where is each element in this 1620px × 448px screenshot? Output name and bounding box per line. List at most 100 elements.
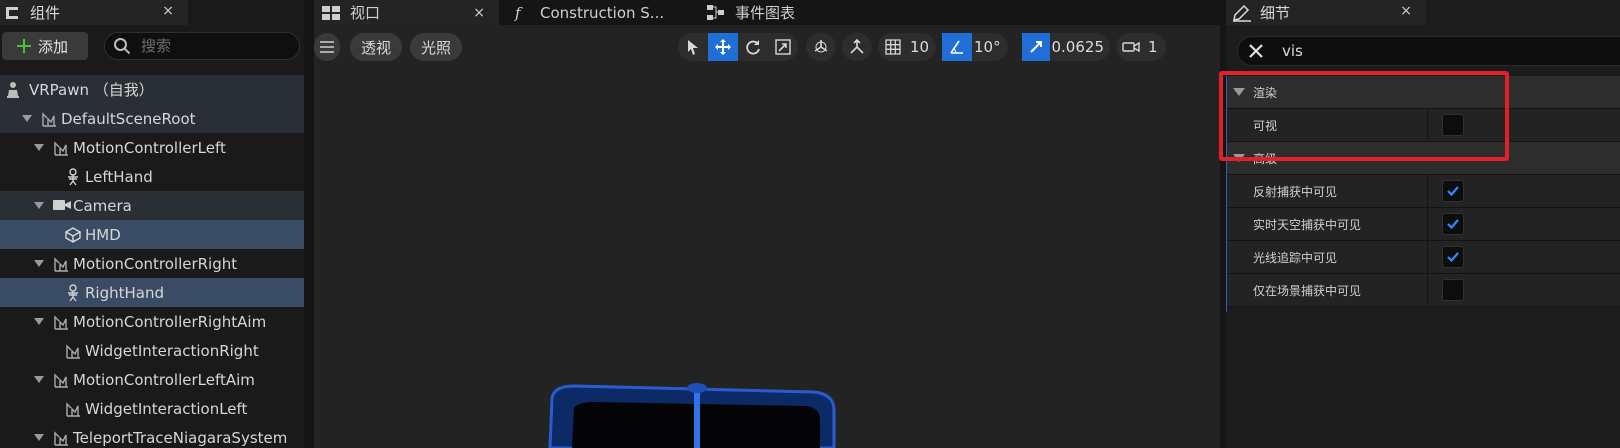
scene-component-icon — [52, 371, 70, 389]
column-divider[interactable] — [1427, 109, 1428, 142]
tree-row-label: RightHand — [85, 283, 164, 302]
property-checkbox[interactable] — [1442, 246, 1464, 268]
move-arrows-icon — [715, 39, 731, 55]
tree-row[interactable]: MotionControllerRight — [0, 249, 304, 278]
column-divider[interactable] — [1427, 241, 1428, 274]
tab-viewport-label: 视口 — [350, 4, 381, 22]
collapse-arrow-icon[interactable] — [1233, 153, 1245, 163]
tree-row-label: DefaultSceneRoot — [61, 109, 196, 128]
tree-row[interactable]: VRPawn （自我） — [0, 75, 304, 104]
close-icon[interactable]: × — [473, 5, 485, 21]
tree-row[interactable]: WidgetInteractionLeft — [0, 394, 304, 423]
svg-text:f: f — [514, 5, 523, 21]
details-search[interactable]: vis — [1237, 36, 1620, 66]
event-graph-icon — [707, 4, 725, 21]
scene-component-icon — [52, 429, 70, 447]
property-label: 实时天空捕获中可见 — [1253, 217, 1362, 232]
editor-tab-bar: 视口 × f Construction S... 事件图表 — [314, 0, 1220, 25]
close-icon[interactable]: × — [1400, 3, 1412, 19]
hmd-mesh-preview[interactable] — [544, 380, 844, 448]
property-category[interactable]: 高级 — [1227, 142, 1620, 175]
scale-snap-value[interactable]: 0.0625 — [1050, 38, 1111, 56]
tree-row[interactable]: WidgetInteractionRight — [0, 336, 304, 365]
property-checkbox[interactable] — [1442, 213, 1464, 235]
scale-icon — [775, 39, 791, 55]
rotation-snap-toggle[interactable]: 10° — [942, 33, 1008, 61]
tree-row[interactable]: Camera — [0, 191, 304, 220]
tree-row[interactable]: MotionControllerLeftAim — [0, 365, 304, 394]
cursor-icon — [688, 40, 698, 55]
scale-snap-toggle[interactable]: 0.0625 — [1022, 33, 1110, 61]
tree-row[interactable]: LeftHand — [0, 162, 304, 191]
details-search-input[interactable]: vis — [1282, 42, 1303, 60]
property-label: 光线追踪中可见 — [1253, 250, 1338, 265]
close-icon[interactable]: × — [162, 3, 174, 19]
column-divider[interactable] — [1427, 208, 1428, 241]
tree-row[interactable]: TeleportTraceNiagaraSystem — [0, 423, 304, 448]
tab-viewport[interactable]: 视口 × — [314, 0, 499, 25]
world-local-button[interactable] — [806, 33, 836, 61]
viewport-icon — [322, 5, 340, 21]
expand-arrow-icon[interactable] — [34, 317, 44, 326]
tab-construction-script[interactable]: f Construction S... — [504, 0, 699, 25]
coordinate-space-icon — [814, 40, 828, 53]
property-row: 仅在场景捕获中可见 — [1227, 274, 1620, 307]
tree-row[interactable]: MotionControllerLeft — [0, 133, 304, 162]
perspective-button[interactable]: 透视 — [350, 33, 402, 61]
camera-speed-value[interactable]: 1 — [1146, 38, 1164, 56]
tree-row-label: WidgetInteractionLeft — [85, 399, 248, 418]
tree-row[interactable]: MotionControllerRightAim — [0, 307, 304, 336]
viewport-options-button[interactable] — [314, 33, 340, 61]
components-search-input[interactable] — [141, 37, 281, 55]
column-divider[interactable] — [1427, 175, 1428, 208]
collapse-arrow-icon[interactable] — [1233, 87, 1245, 97]
surface-snap-icon — [850, 38, 864, 54]
details-panel: 细节 × vis 渲染 可视 高级 反射捕获中可见 实时天空捕获中可见 光线追踪中可见 仅在… — [1226, 0, 1620, 448]
components-toolbar: 添加 — [0, 30, 304, 66]
property-row: 实时天空捕获中可见 — [1227, 208, 1620, 241]
tree-row[interactable]: HMD — [0, 220, 304, 249]
tree-row[interactable]: DefaultSceneRoot — [0, 104, 304, 133]
tab-event-graph-label: 事件图表 — [735, 4, 796, 22]
expand-arrow-icon[interactable] — [34, 375, 44, 384]
expand-arrow-icon[interactable] — [34, 143, 44, 152]
expand-arrow-icon[interactable] — [34, 201, 44, 210]
plus-icon — [16, 38, 32, 54]
grid-snap-toggle[interactable]: 10 — [878, 33, 936, 61]
expand-arrow-icon[interactable] — [34, 259, 44, 268]
clear-search-icon[interactable] — [1248, 43, 1264, 59]
components-tab[interactable]: 组件 × — [0, 0, 188, 25]
translate-tool-button[interactable] — [708, 33, 738, 61]
scene-component-icon — [52, 255, 70, 273]
components-search[interactable] — [104, 32, 300, 60]
property-list: 渲染 可视 高级 反射捕获中可见 实时天空捕获中可见 光线追踪中可见 仅在场景捕获中可见 — [1226, 76, 1620, 312]
property-checkbox[interactable] — [1442, 180, 1464, 202]
camera-speed-button[interactable]: 1 — [1116, 33, 1166, 61]
property-label: 反射捕获中可见 — [1253, 184, 1338, 199]
property-checkbox[interactable] — [1442, 279, 1464, 301]
rotation-snap-value[interactable]: 10° — [972, 38, 1007, 56]
surface-snap-button[interactable] — [842, 33, 872, 61]
expand-arrow-icon[interactable] — [22, 114, 32, 123]
skeletal-mesh-icon — [64, 284, 82, 302]
components-icon — [4, 5, 20, 21]
viewport-toolbar: 透视 光照 10 10° 0.0625 1 — [314, 30, 1220, 64]
tree-row-label: MotionControllerRightAim — [73, 312, 267, 331]
grid-snap-value[interactable]: 10 — [908, 38, 935, 56]
expand-arrow-icon[interactable] — [34, 433, 44, 442]
tab-event-graph[interactable]: 事件图表 — [699, 0, 859, 25]
add-component-button[interactable]: 添加 — [2, 32, 88, 60]
scale-tool-button[interactable] — [768, 33, 798, 61]
column-divider[interactable] — [1427, 274, 1428, 307]
tree-row[interactable]: RightHand — [0, 278, 304, 307]
scale-snap-icon — [1030, 41, 1042, 53]
select-tool-button[interactable] — [678, 33, 708, 61]
property-checkbox[interactable] — [1442, 114, 1464, 136]
property-category[interactable]: 渲染 — [1227, 76, 1620, 109]
tree-row-label: MotionControllerLeftAim — [73, 370, 255, 389]
lighting-button[interactable]: 光照 — [410, 33, 462, 61]
details-tab[interactable]: 细节 × — [1226, 0, 1426, 25]
rotate-tool-button[interactable] — [738, 33, 768, 61]
checkmark-icon — [1447, 252, 1459, 262]
search-icon — [113, 37, 131, 55]
